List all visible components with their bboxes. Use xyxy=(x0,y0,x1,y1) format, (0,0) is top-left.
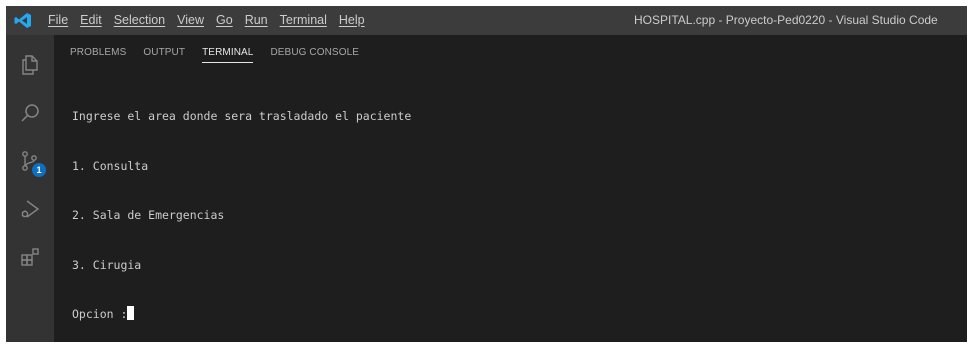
title-bar: File Edit Selection View Go Run Terminal… xyxy=(6,6,967,35)
search-icon xyxy=(21,104,39,122)
terminal-line: Ingrese el area donde sera trasladado el… xyxy=(72,109,412,123)
vscode-logo-icon[interactable] xyxy=(14,12,32,29)
terminal-line: 2. Sala de Emergencias xyxy=(72,208,225,222)
activity-run-debug[interactable] xyxy=(6,185,54,233)
menu-run[interactable]: Run xyxy=(239,6,274,35)
menu-terminal[interactable]: Terminal xyxy=(274,6,333,35)
extensions-icon xyxy=(21,248,39,266)
tab-output[interactable]: OUTPUT xyxy=(143,35,185,70)
menu-help[interactable]: Help xyxy=(333,6,371,35)
terminal-line: 1. Consulta xyxy=(72,158,149,173)
window-title: HOSPITAL.cpp - Proyecto-Ped0220 - Visual… xyxy=(634,13,938,27)
vscode-window: File Edit Selection View Go Run Terminal… xyxy=(6,6,967,342)
terminal-line: 3. Cirugia xyxy=(72,257,142,272)
menu-edit[interactable]: Edit xyxy=(74,6,108,35)
terminal-prompt: Opcion : xyxy=(72,307,128,321)
activity-extensions[interactable] xyxy=(6,233,54,281)
activity-explorer[interactable] xyxy=(6,41,54,89)
run-debug-icon xyxy=(21,200,40,218)
panel-tabs: PROBLEMS OUTPUT TERMINAL DEBUG CONSOLE xyxy=(70,35,376,70)
menu-file[interactable]: File xyxy=(42,6,74,35)
source-control-badge: 1 xyxy=(32,163,46,177)
menu-selection[interactable]: Selection xyxy=(108,6,171,35)
explorer-icon xyxy=(22,55,38,75)
tab-problems[interactable]: PROBLEMS xyxy=(70,35,126,70)
terminal-prompt-line: Opcion : xyxy=(72,306,411,323)
tab-debug-console[interactable]: DEBUG CONSOLE xyxy=(270,35,359,70)
terminal-output[interactable]: Ingrese el area donde sera trasladado el… xyxy=(72,75,411,342)
terminal-cursor xyxy=(127,306,135,320)
tab-terminal[interactable]: TERMINAL xyxy=(202,35,254,70)
menu-go[interactable]: Go xyxy=(210,6,239,35)
activity-search[interactable] xyxy=(6,89,54,137)
activity-bar: 1 xyxy=(6,35,54,342)
bottom-panel: PROBLEMS OUTPUT TERMINAL DEBUG CONSOLE I… xyxy=(54,35,967,342)
activity-source-control[interactable]: 1 xyxy=(6,137,54,185)
menu-view[interactable]: View xyxy=(171,6,210,35)
menu-bar: File Edit Selection View Go Run Terminal… xyxy=(42,6,371,35)
